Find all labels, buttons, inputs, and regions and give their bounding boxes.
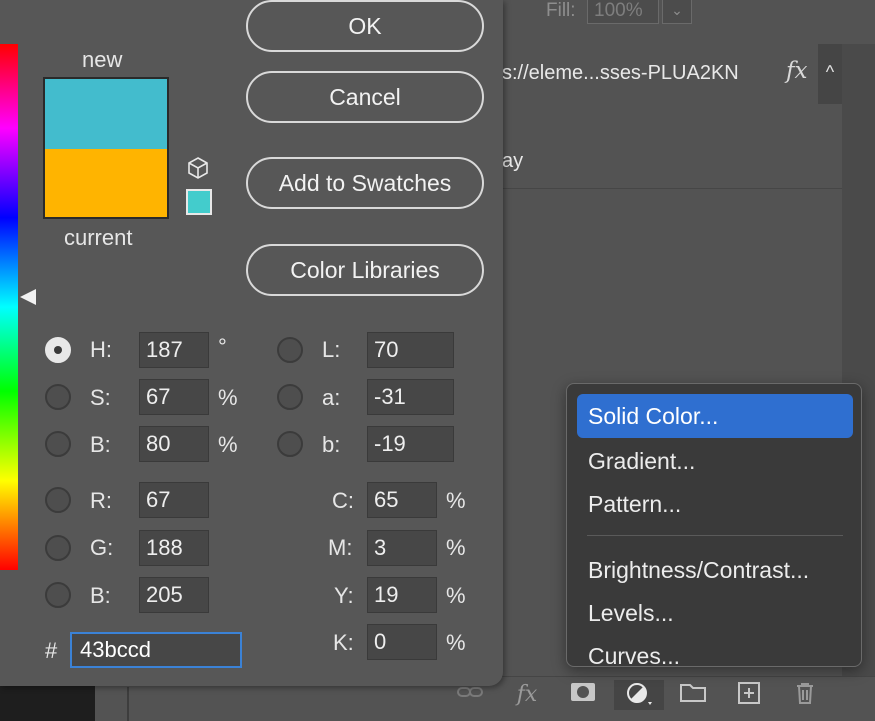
- red-field[interactable]: 67: [139, 482, 209, 518]
- a-channel-field[interactable]: -31: [367, 379, 454, 415]
- menu-item-solid-color[interactable]: Solid Color...: [577, 394, 853, 438]
- hue-field[interactable]: 187: [139, 332, 209, 368]
- yellow-field[interactable]: 19: [367, 577, 437, 613]
- b-channel-field[interactable]: -19: [367, 426, 454, 462]
- left-bottom-area: [0, 686, 95, 721]
- fill-input[interactable]: 100%: [587, 0, 659, 24]
- cyan-label: C:: [332, 488, 354, 513]
- green-label: G:: [90, 535, 114, 560]
- green-field[interactable]: 188: [139, 530, 209, 566]
- hue-slider-handle[interactable]: [20, 289, 36, 305]
- blue-radio[interactable]: [45, 582, 71, 608]
- lightness-label: L:: [322, 337, 341, 362]
- folder-icon[interactable]: [676, 680, 710, 710]
- adjustment-icon[interactable]: [614, 680, 664, 710]
- color-libraries-button[interactable]: Color Libraries: [246, 244, 484, 296]
- magenta-label: M:: [328, 535, 353, 560]
- saturation-unit: %: [218, 385, 238, 410]
- hue-radio[interactable]: [45, 337, 71, 363]
- menu-item-pattern[interactable]: Pattern...: [577, 482, 853, 526]
- mask-icon[interactable]: [566, 680, 600, 710]
- menu-item-brightness-contrast[interactable]: Brightness/Contrast...: [577, 548, 853, 592]
- current-color-swatch[interactable]: [45, 149, 167, 217]
- current-color-label: current: [64, 225, 133, 250]
- b-channel-radio[interactable]: [277, 431, 303, 457]
- ok-button[interactable]: OK: [246, 0, 484, 52]
- red-radio[interactable]: [45, 487, 71, 513]
- blue-field[interactable]: 205: [139, 577, 209, 613]
- saturation-label: S:: [90, 385, 111, 410]
- new-layer-icon[interactable]: [732, 680, 766, 710]
- cyan-unit: %: [446, 488, 466, 513]
- fill-dropdown-button[interactable]: ⌄: [662, 0, 692, 24]
- brightness-radio[interactable]: [45, 431, 71, 457]
- cyan-field[interactable]: 65: [367, 482, 437, 518]
- menu-item-gradient[interactable]: Gradient...: [577, 439, 853, 483]
- saturation-field[interactable]: 67: [139, 379, 209, 415]
- trash-icon[interactable]: [788, 680, 822, 710]
- cancel-button[interactable]: Cancel: [246, 71, 484, 123]
- hex-input[interactable]: 43bccd: [70, 632, 242, 668]
- green-radio[interactable]: [45, 535, 71, 561]
- menu-item-levels[interactable]: Levels...: [577, 591, 853, 635]
- new-color-label: new: [82, 47, 123, 72]
- web-safe-color-swatch[interactable]: [186, 189, 212, 215]
- menu-separator: [587, 535, 843, 536]
- layer-fx-icon[interactable]: fx: [786, 58, 807, 84]
- saturation-radio[interactable]: [45, 384, 71, 410]
- fill-label: Fill:: [546, 0, 576, 21]
- layer-name: s://eleme...sses-PLUA2KN: [502, 62, 739, 84]
- add-to-swatches-button[interactable]: Add to Swatches: [246, 157, 484, 209]
- adjustment-layer-menu: Solid Color... Gradient... Pattern... Br…: [566, 383, 862, 667]
- black-label: K:: [333, 630, 354, 655]
- yellow-unit: %: [446, 583, 466, 608]
- a-channel-radio[interactable]: [277, 384, 303, 410]
- lightness-radio[interactable]: [277, 337, 303, 363]
- layer-effect-label: ay: [502, 150, 524, 172]
- b-channel-label: b:: [322, 432, 341, 457]
- magenta-unit: %: [446, 535, 466, 560]
- magenta-field[interactable]: 3: [367, 530, 437, 566]
- red-label: R:: [90, 488, 112, 513]
- blue-label: B:: [90, 583, 111, 608]
- hue-slider[interactable]: [0, 44, 18, 570]
- web-safe-cube-icon[interactable]: [186, 156, 210, 180]
- yellow-label: Y:: [334, 583, 354, 608]
- black-field[interactable]: 0: [367, 624, 437, 660]
- lightness-field[interactable]: 70: [367, 332, 454, 368]
- bar-divider: [127, 687, 129, 721]
- a-channel-label: a:: [322, 385, 341, 410]
- fx-icon[interactable]: fx: [510, 680, 544, 710]
- brightness-field[interactable]: 80: [139, 426, 209, 462]
- layer-effects-toggle[interactable]: ^: [818, 44, 842, 104]
- color-comparison-swatch: [43, 77, 169, 219]
- brightness-label: B:: [90, 432, 111, 457]
- menu-item-curves[interactable]: Curves...: [577, 634, 853, 666]
- hue-label: H:: [90, 337, 112, 362]
- black-unit: %: [446, 630, 466, 655]
- brightness-unit: %: [218, 432, 238, 457]
- new-color-swatch: [45, 79, 167, 149]
- hue-unit: °: [218, 334, 227, 359]
- hex-label: #: [45, 638, 58, 663]
